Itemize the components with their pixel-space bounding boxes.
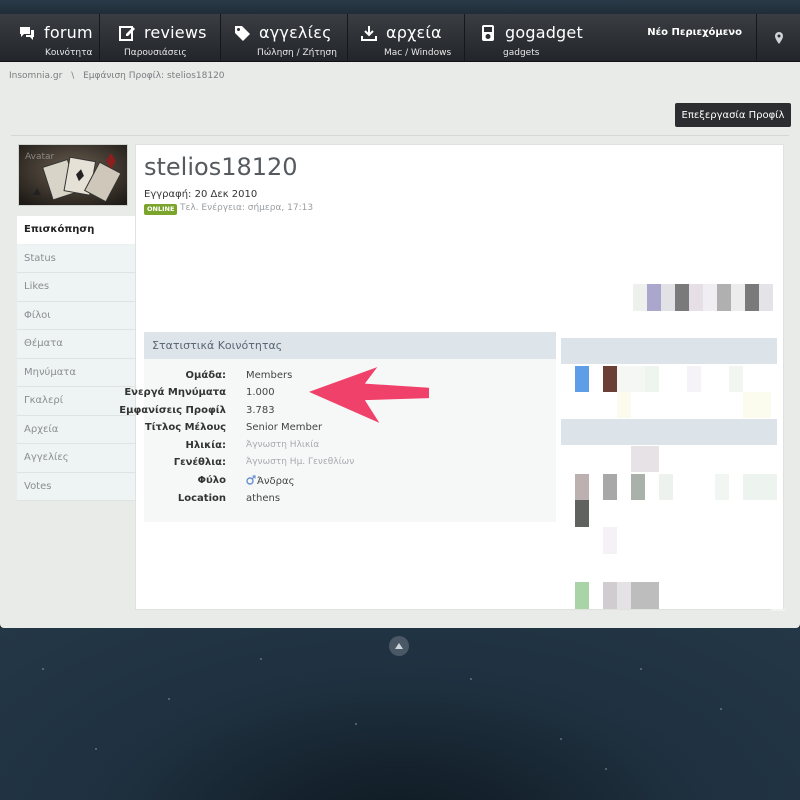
scroll-to-top-button[interactable]	[389, 636, 409, 656]
background-star	[355, 723, 357, 725]
stats-label: Γενέθλια:	[173, 457, 226, 468]
sidebar-item-posts[interactable]: Μηνύματα	[17, 358, 136, 387]
sidebar-item-likes[interactable]: Likes	[17, 273, 136, 302]
nav-sublabel: gadgets	[503, 48, 540, 58]
nav-sublabel: Κοινότητα	[45, 48, 93, 58]
main-navbar: forum Κοινότητα reviews Παρουσιάσεις αγγ…	[0, 14, 800, 62]
download-icon	[361, 25, 377, 41]
avatar-image: Avatar	[19, 145, 127, 205]
background-star	[470, 678, 472, 680]
main-panel: Insomnia.gr \ Εμφάνιση Προφίλ: stelios18…	[0, 62, 800, 628]
nav-pin-button[interactable]	[756, 14, 800, 62]
breadcrumb: Insomnia.gr \ Εμφάνιση Προφίλ: stelios18…	[9, 71, 231, 81]
stats-value-gender: Άνδρας	[246, 475, 294, 487]
nav-label: forum	[44, 23, 93, 42]
profile-sidebar-nav: Επισκόπηση Status Likes Φίλοι Θέματα Μην…	[17, 216, 136, 501]
breadcrumb-home-link[interactable]: Insomnia.gr	[9, 71, 62, 81]
avatar[interactable]: Avatar	[18, 144, 128, 206]
online-status-badge: ONLINE	[144, 204, 178, 215]
stats-value: Άνδρας	[257, 476, 295, 487]
stats-value: Άγνωστη Ηλικία	[246, 440, 320, 450]
tag-icon	[235, 25, 250, 41]
stats-row-gender: Φύλο Άνδρας	[144, 475, 544, 492]
stats-value: athens	[246, 493, 281, 504]
nav-label: reviews	[144, 23, 207, 42]
stats-row-birthday: Γενέθλια: Άγνωστη Ημ. Γενεθλίων	[144, 457, 544, 474]
sidebar-item-friends[interactable]: Φίλοι	[17, 301, 136, 330]
background-star	[640, 668, 642, 670]
stats-label: Location	[177, 493, 226, 504]
profile-joined-date: Εγγραφή: 20 Δεκ 2010	[144, 189, 258, 200]
nav-item-forum[interactable]: forum Κοινότητα	[0, 14, 100, 62]
stats-row-location: Location athens	[144, 493, 544, 510]
stats-label: Ηλικία:	[185, 440, 226, 451]
breadcrumb-current: Εμφάνιση Προφίλ: stelios18120	[83, 71, 225, 81]
chat-icon	[20, 26, 34, 40]
sidebar-item-files[interactable]: Αρχεία	[17, 415, 136, 444]
background-star	[42, 668, 44, 670]
stats-value: Άγνωστη Ημ. Γενεθλίων	[246, 457, 355, 467]
stats-label: Φύλο	[197, 475, 226, 486]
male-icon	[246, 475, 256, 485]
nav-item-arxeia[interactable]: αρχεία Mac / Windows	[348, 14, 465, 62]
background-star	[720, 708, 722, 710]
ipod-icon	[482, 24, 494, 41]
edit-profile-button[interactable]: Επεξεργασία Προφίλ	[675, 103, 791, 127]
nav-sublabel: Παρουσιάσεις	[124, 48, 187, 58]
map-pin-icon	[774, 32, 783, 44]
sidebar-item-classifieds[interactable]: Αγγελίες	[17, 444, 136, 473]
nav-item-aggelies[interactable]: αγγελίες Πώληση / Ζήτηση	[221, 14, 348, 62]
sidebar-item-votes[interactable]: Votes	[17, 472, 136, 501]
community-stats-box: Στατιστικά Κοινότητας Ομάδα: Members Ενε…	[119, 332, 556, 522]
profile-username: stelios18120	[144, 153, 298, 181]
stats-value: 1.000	[246, 387, 275, 398]
nav-item-reviews[interactable]: reviews Παρουσιάσεις	[100, 14, 221, 62]
profile-content: stelios18120 Εγγραφή: 20 Δεκ 2010 ONLINE…	[119, 144, 785, 611]
stats-label: Ομάδα:	[185, 370, 226, 381]
sidebar-item-gallery[interactable]: Γκαλερί	[17, 387, 136, 416]
nav-sublabel: Πώληση / Ζήτηση	[257, 48, 337, 58]
background-star	[560, 738, 562, 740]
nav-new-content[interactable]: Νέο Περιεχόμενο	[647, 27, 742, 38]
header-divider	[11, 135, 789, 136]
community-stats-header: Στατιστικά Κοινότητας	[144, 332, 556, 359]
background-star	[605, 768, 607, 770]
sidebar-item-overview[interactable]: Επισκόπηση	[17, 216, 136, 245]
background-star	[168, 698, 170, 700]
nav-item-gogadget[interactable]: gogadget gadgets	[465, 14, 585, 62]
stats-row-age: Ηλικία: Άγνωστη Ηλικία	[144, 440, 544, 457]
stats-label: Τίτλος Μέλους	[144, 422, 226, 433]
stats-value: 3.783	[246, 405, 275, 416]
background-star	[95, 748, 97, 750]
nav-sublabel: Mac / Windows	[384, 48, 452, 58]
chevron-up-icon	[395, 643, 403, 649]
stats-value: Members	[246, 370, 293, 381]
profile-last-active: Τελ. Ενέργεια: σήμερα, 17:13	[180, 203, 314, 213]
background-star	[260, 658, 262, 660]
edit-icon	[119, 25, 135, 41]
nav-label: αγγελίες	[259, 23, 332, 42]
sidebar-item-topics[interactable]: Θέματα	[17, 330, 136, 359]
stats-label: Εμφανίσεις Προφίλ	[119, 405, 226, 416]
annotation-arrow	[309, 367, 429, 423]
nav-label: gogadget	[505, 23, 583, 42]
sidebar-item-status[interactable]: Status	[17, 244, 136, 273]
stats-label: Ενεργά Μηνύματα	[124, 387, 226, 398]
breadcrumb-separator: \	[71, 71, 75, 81]
avatar-text: Avatar	[25, 152, 55, 162]
nav-label: αρχεία	[386, 23, 442, 42]
